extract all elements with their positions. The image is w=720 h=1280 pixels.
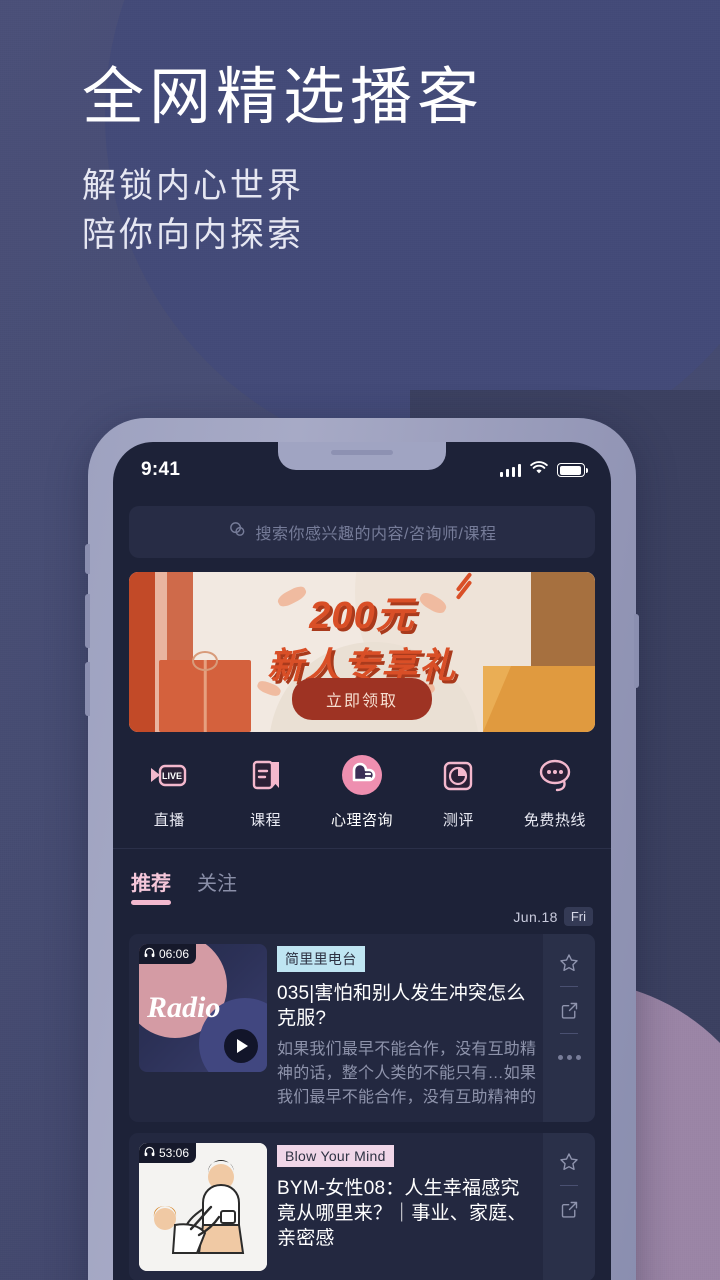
wifi-icon [530, 460, 548, 480]
headphone-icon [144, 947, 155, 961]
category-label-assessment: 测评 [442, 812, 474, 829]
hero-subtitle-line-2: 陪你向内探索 [82, 216, 304, 255]
feed-card-action-rail [543, 1133, 595, 1280]
phone-volume-down-button[interactable] [85, 662, 90, 716]
feed-card[interactable]: Radio 06:06 简里里电台 035|害怕和别人发生冲突怎么克服? 如果我… [129, 934, 595, 1123]
category-item-counseling[interactable]: 心理咨询 [314, 754, 410, 830]
live-camera-icon: LIVE [147, 754, 191, 798]
category-label-live: 直播 [153, 812, 185, 829]
phone-volume-up-button[interactable] [85, 594, 90, 648]
hero-title: 全网精选播客 [82, 63, 485, 132]
hero-subtitle: 解锁内心世界 陪你向内探索 [82, 162, 484, 261]
category-shortcuts: LIVE 直播 课程 心理咨询 测评 免费热线 [113, 732, 611, 848]
rail-separator [560, 1033, 578, 1034]
share-icon[interactable] [559, 995, 580, 1025]
battery-icon [557, 463, 588, 477]
category-item-live[interactable]: LIVE 直播 [121, 754, 217, 830]
more-dots-icon[interactable] [557, 1042, 581, 1072]
play-button[interactable] [224, 1029, 258, 1063]
svg-text:LIVE: LIVE [162, 771, 182, 781]
hero-section: 全网精选播客 解锁内心世界 陪你向内探索 [82, 62, 484, 261]
rail-separator [560, 1185, 578, 1187]
feed-card-action-rail [543, 934, 595, 1123]
status-bar-time: 9:41 [141, 459, 181, 480]
category-item-course[interactable]: 课程 [217, 754, 313, 830]
duration-text: 53:06 [159, 1146, 190, 1161]
star-icon[interactable] [558, 1147, 580, 1177]
headphone-icon [144, 1146, 155, 1160]
status-bar: 9:41 [113, 442, 611, 498]
feed-card-body: Blow Your Mind BYM-女性08：人生幸福感究竟从哪里来？｜事业、… [277, 1133, 543, 1280]
category-label-hotline: 免费热线 [523, 812, 586, 829]
feed-card-title: 035|害怕和别人发生冲突怎么克服? [277, 983, 526, 1030]
search-placeholder: 搜索你感兴趣的内容/咨询师/课程 [255, 526, 497, 543]
category-item-assessment[interactable]: 测评 [410, 754, 506, 830]
category-item-hotline[interactable]: 免费热线 [507, 754, 603, 830]
pie-chart-icon [436, 754, 480, 798]
search-icon [228, 520, 247, 544]
feed-list: Radio 06:06 简里里电台 035|害怕和别人发生冲突怎么克服? 如果我… [113, 934, 611, 1280]
banner-claim-button[interactable]: 立即领取 [291, 678, 433, 720]
promo-banner[interactable]: 200元 新人专享礼 立即领取 [129, 572, 595, 732]
feed-date-row: Jun.18 Fri [113, 905, 611, 934]
feed-card-description: 如果我们最早不能合作，没有互助精神的话，整个人类的不能只有…如果我们最早不能合作… [277, 1041, 537, 1107]
search-input[interactable]: 搜索你感兴趣的内容/咨询师/课程 [129, 506, 595, 558]
duration-badge: 06:06 [139, 944, 197, 964]
tab-following[interactable]: 关注 [197, 867, 237, 905]
phone-mute-switch[interactable] [85, 544, 90, 574]
feed-date-weekday-badge: Fri [563, 907, 593, 926]
phone-screen: 9:41 搜索你感兴趣的内容/咨询师/课程 200元 新人专享礼 立即领取 LI… [113, 442, 611, 1280]
duration-text: 06:06 [159, 947, 190, 961]
hero-subtitle-line-1: 解锁内心世界 [82, 166, 304, 205]
star-icon[interactable] [558, 948, 580, 978]
feed-tabs: 推荐 关注 [113, 849, 611, 905]
tab-recommend[interactable]: 推荐 [131, 867, 171, 905]
counseling-cloud-icon [340, 754, 384, 798]
feed-card-thumbnail[interactable]: Radio 06:06 [139, 944, 267, 1072]
banner-text-group: 200元 新人专享礼 [129, 584, 595, 689]
chat-bubble-icon [533, 754, 577, 798]
feed-card[interactable]: 53:06 Blow Your Mind BYM-女性08：人生幸福感究竟从哪里… [129, 1133, 595, 1280]
status-bar-icons [499, 460, 588, 480]
book-icon [244, 754, 288, 798]
rail-separator [560, 986, 578, 987]
feed-card-thumbnail[interactable]: 53:06 [139, 1143, 267, 1272]
phone-mockup: 9:41 搜索你感兴趣的内容/咨询师/课程 200元 新人专享礼 立即领取 LI… [85, 418, 639, 1280]
banner-spark-icon [453, 572, 475, 600]
thumbnail-wordmark: Radio [147, 991, 221, 1024]
signal-bars-icon [499, 463, 521, 477]
category-label-counseling: 心理咨询 [331, 812, 394, 829]
duration-badge: 53:06 [139, 1143, 197, 1164]
category-label-course: 课程 [250, 812, 282, 829]
feed-card-tag[interactable]: 简里里电台 [277, 946, 365, 972]
banner-headline-amount: 200元 [309, 595, 415, 637]
feed-date-text: Jun.18 [513, 908, 558, 925]
feed-card-body: 简里里电台 035|害怕和别人发生冲突怎么克服? 如果我们最早不能合作，没有互助… [277, 934, 543, 1122]
feed-card-tag[interactable]: Blow Your Mind [277, 1145, 394, 1168]
feed-card-title: BYM-女性08：人生幸福感究竟从哪里来？｜事业、家庭、亲密感 [277, 1178, 527, 1250]
phone-power-button[interactable] [634, 614, 639, 688]
share-icon[interactable] [559, 1194, 580, 1224]
